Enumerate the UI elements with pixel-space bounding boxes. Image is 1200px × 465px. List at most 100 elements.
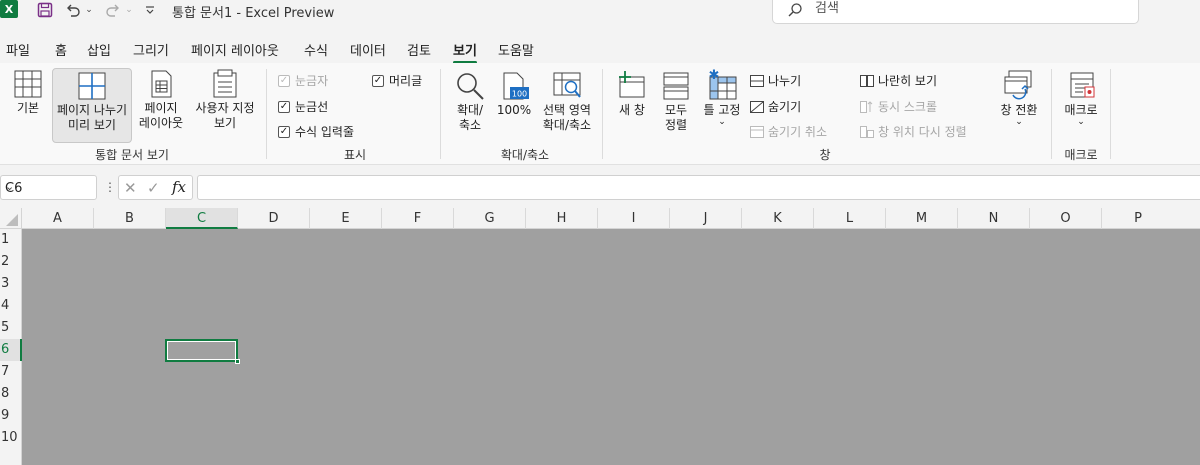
tab-formulas[interactable]: 수식 (304, 40, 328, 59)
view-side-by-side-button[interactable]: 나란히 보기 (860, 72, 937, 89)
tab-view[interactable]: 보기 (453, 40, 477, 64)
sync-scroll-button[interactable]: 동시 스크롤 (860, 98, 937, 115)
zoom-to-selection-button[interactable]: 선택 영역 확대/축소 (536, 71, 598, 141)
row-header-selected[interactable]: 6 (0, 339, 22, 361)
column-headers: A B C D E F G H I J K L M N O P (0, 208, 1200, 229)
row-header[interactable]: 9 (0, 405, 22, 427)
fill-handle[interactable] (235, 359, 240, 364)
formula-bar-checkbox[interactable]: ✓ 수식 입력줄 (278, 123, 354, 140)
page-break-preview-button[interactable]: 페이지 나누기 미리 보기 (52, 68, 132, 143)
normal-view-label: 기본 (16, 101, 40, 115)
page-layout-view-button[interactable]: 페이지 레이아웃 (136, 69, 186, 139)
name-box[interactable]: C6 ⌄ (0, 175, 97, 200)
unhide-label: 숨기기 취소 (768, 125, 828, 139)
new-window-button[interactable]: 새 창 (612, 71, 652, 131)
reset-position-icon (860, 125, 874, 138)
row-header[interactable]: 1 (0, 229, 22, 251)
row-header[interactable]: 5 (0, 317, 22, 339)
column-header[interactable]: P (1102, 208, 1200, 229)
ruler-checkbox[interactable]: ✓ 눈금자 (278, 72, 328, 89)
redo-dropdown-icon[interactable]: ⌄ (124, 0, 134, 20)
zoom-100-button[interactable]: 100 100% (495, 71, 533, 131)
column-header[interactable]: M (886, 208, 958, 229)
row-header[interactable]: 8 (0, 383, 22, 405)
column-header[interactable]: H (526, 208, 598, 229)
zoom-selection-label-1: 선택 영역 (543, 103, 591, 117)
save-icon[interactable] (36, 0, 54, 20)
tab-review[interactable]: 검토 (407, 40, 431, 59)
formula-input[interactable] (197, 175, 1200, 200)
arrange-all-button[interactable]: 모두 정렬 (656, 71, 696, 141)
macros-button[interactable]: 매크로 ⌄ (1059, 69, 1103, 139)
column-header[interactable]: N (958, 208, 1030, 229)
tab-home[interactable]: 홈 (55, 40, 67, 59)
reset-position-label: 창 위치 다시 정렬 (878, 125, 967, 139)
column-header[interactable]: D (238, 208, 310, 229)
tab-page-layout[interactable]: 페이지 레이아웃 (191, 40, 279, 59)
zoom-100-label: 100% (496, 103, 532, 117)
column-header[interactable]: K (742, 208, 814, 229)
hide-label: 숨기기 (768, 100, 802, 114)
cancel-icon[interactable]: ✕ (124, 179, 137, 197)
normal-view-icon (14, 70, 42, 98)
column-header[interactable]: A (22, 208, 94, 229)
formula-actions: ✕ ✓ fx (118, 175, 193, 200)
tab-help[interactable]: 도움말 (498, 40, 534, 59)
side-by-side-icon (860, 74, 874, 87)
select-all-corner[interactable] (0, 208, 22, 229)
redo-icon[interactable] (104, 0, 122, 20)
zoom-100-icon: 100 (503, 72, 529, 100)
hide-button[interactable]: 숨기기 (750, 98, 801, 115)
normal-view-button[interactable]: 기본 (4, 69, 52, 139)
tab-draw[interactable]: 그리기 (133, 40, 169, 59)
tab-data[interactable]: 데이터 (350, 40, 386, 59)
insert-function-button[interactable]: fx (172, 178, 186, 196)
headings-checkbox[interactable]: ✓ 머리글 (372, 72, 422, 89)
freeze-panes-button[interactable]: ✱ 틀 고정 ⌄ (700, 69, 744, 139)
column-header-selected[interactable]: C (166, 208, 238, 229)
customize-toolbar-icon[interactable] (144, 0, 156, 20)
row-header[interactable]: 10 (0, 427, 22, 449)
custom-views-label-2: 보기 (213, 116, 237, 130)
tab-file[interactable]: 파일 (6, 40, 30, 59)
sync-scroll-label: 동시 스크롤 (878, 100, 938, 114)
column-header[interactable]: L (814, 208, 886, 229)
search-icon (787, 2, 803, 21)
switch-windows-button[interactable]: 창 전환 ⌄ (996, 69, 1042, 139)
group-separator (440, 69, 441, 159)
zoom-label-1: 확대/ (456, 103, 484, 117)
undo-dropdown-icon[interactable]: ⌄ (84, 0, 94, 20)
active-cell[interactable] (165, 339, 240, 364)
zoom-button[interactable]: 확대/ 축소 (449, 71, 491, 141)
column-header[interactable]: E (310, 208, 382, 229)
search-input[interactable] (815, 1, 1115, 16)
column-header[interactable]: J (670, 208, 742, 229)
column-header[interactable]: F (382, 208, 454, 229)
column-header[interactable]: G (454, 208, 526, 229)
undo-icon[interactable] (64, 0, 82, 20)
gridlines-checkbox[interactable]: ✓ 눈금선 (278, 98, 328, 115)
tab-insert[interactable]: 삽입 (87, 40, 111, 59)
split-button[interactable]: 나누기 (750, 72, 801, 89)
split-icon (750, 74, 764, 87)
switch-windows-icon (1004, 70, 1032, 100)
column-header[interactable]: O (1030, 208, 1102, 229)
custom-views-button[interactable]: 사용자 지정 보기 (190, 69, 260, 139)
row-header[interactable]: 3 (0, 273, 22, 295)
chevron-down-icon[interactable]: ⌄ (5, 180, 90, 193)
svg-text:100: 100 (512, 90, 527, 99)
reset-window-position-button[interactable]: 창 위치 다시 정렬 (860, 123, 967, 140)
row-headers: 1 2 3 4 5 6 7 8 9 10 (0, 229, 22, 465)
column-header[interactable]: I (598, 208, 670, 229)
search-box[interactable] (772, 0, 1139, 24)
window-title: 통합 문서1 - Excel Preview (172, 6, 335, 21)
more-options-icon[interactable]: ⋮ (104, 180, 116, 194)
enter-check-icon[interactable]: ✓ (147, 179, 160, 197)
group-separator (266, 69, 267, 159)
row-header[interactable]: 4 (0, 295, 22, 317)
row-header[interactable]: 2 (0, 251, 22, 273)
row-header[interactable]: 7 (0, 361, 22, 383)
column-header[interactable]: B (94, 208, 166, 229)
unhide-button[interactable]: 숨기기 취소 (750, 123, 827, 140)
page-layout-icon (151, 70, 172, 98)
